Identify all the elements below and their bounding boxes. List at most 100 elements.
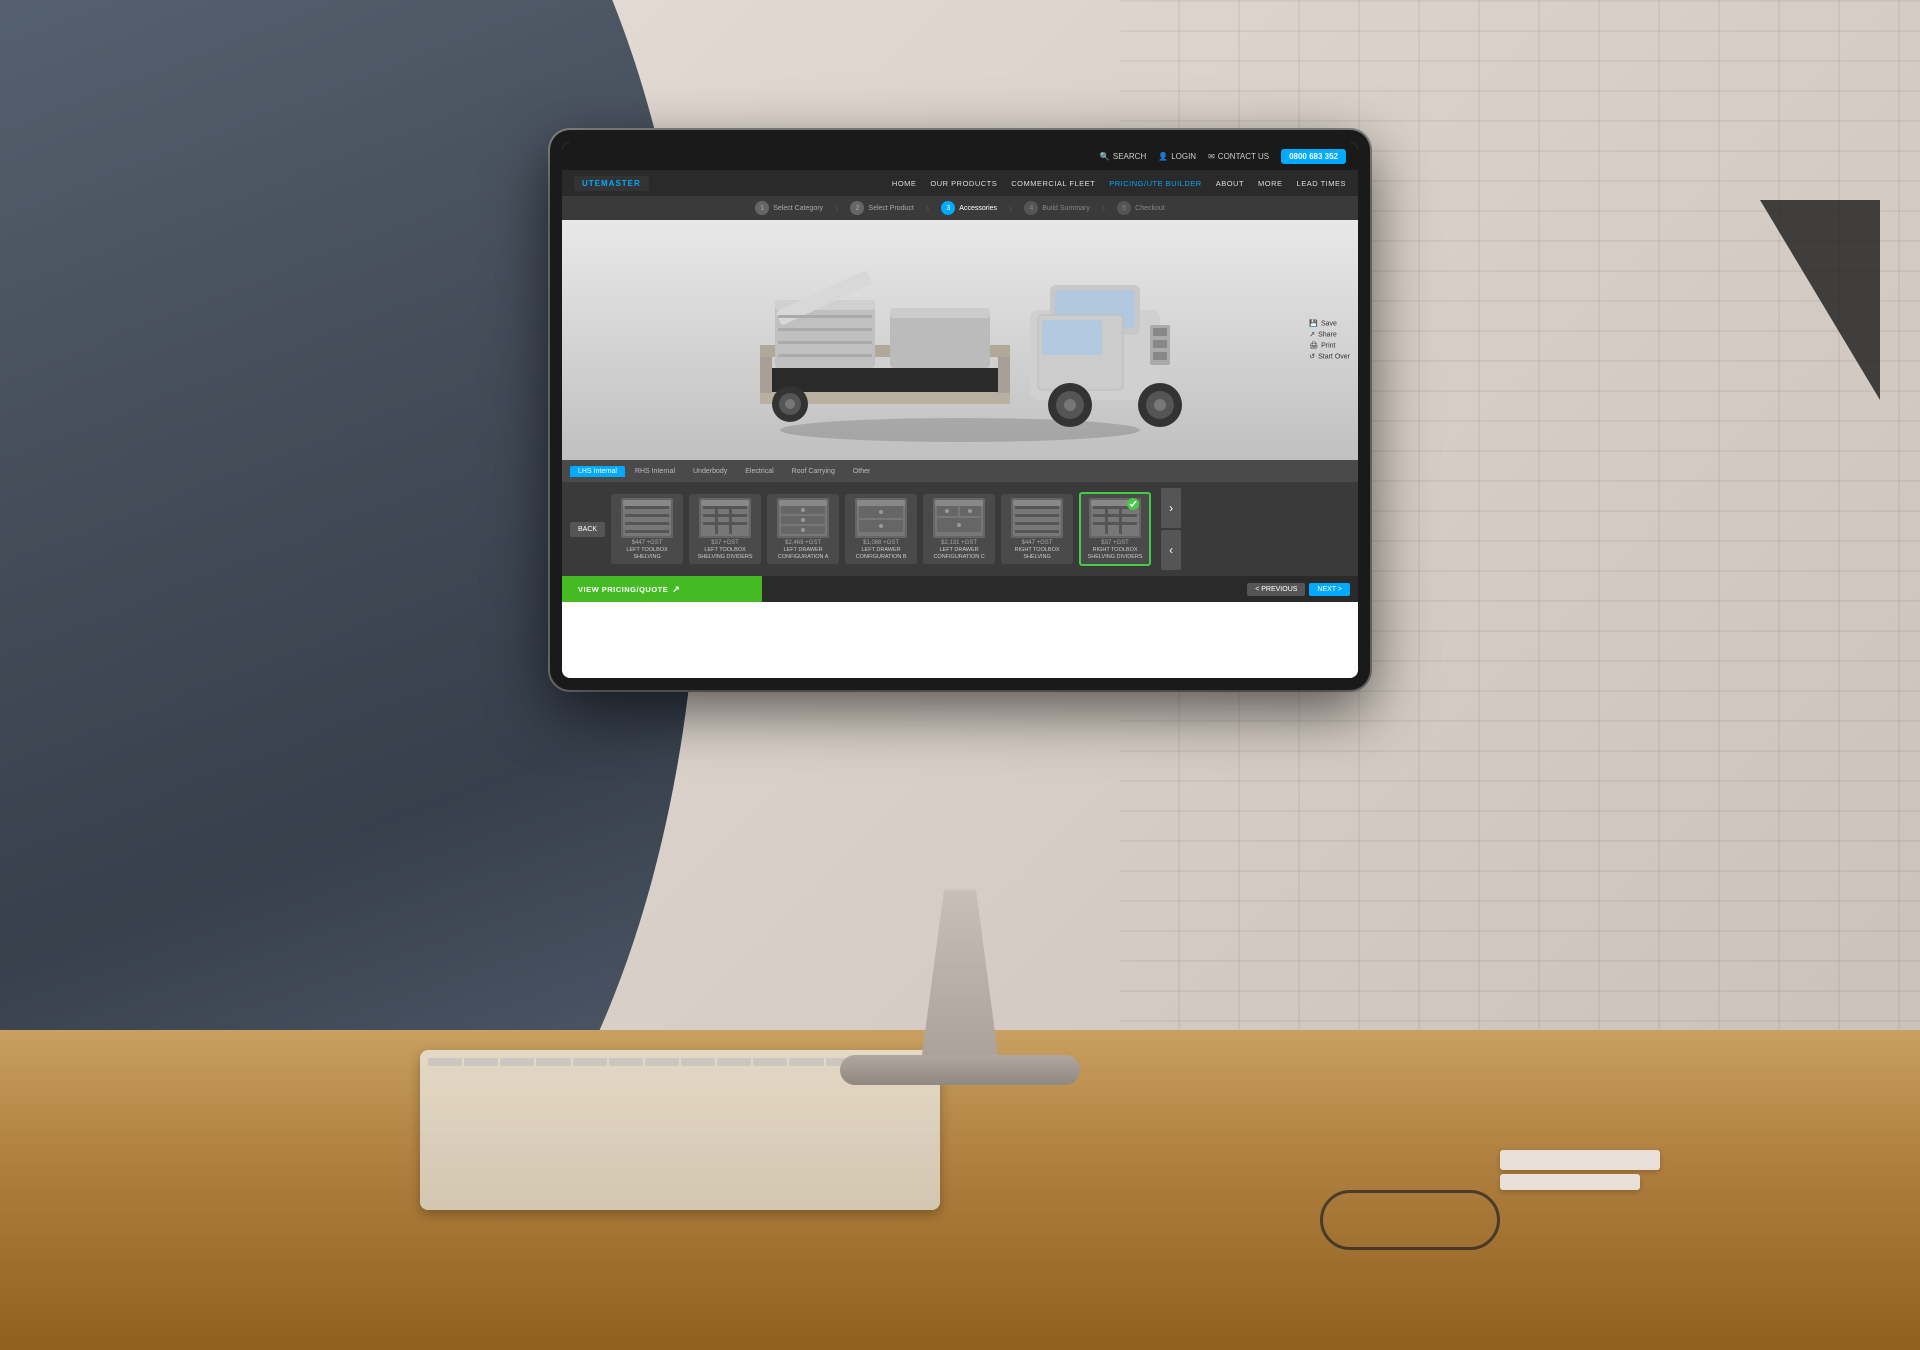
nav-about[interactable]: ABOUT xyxy=(1216,179,1244,188)
3d-viewer: 💾 Save ↗ Share 🖨 Print ↺ Start Over xyxy=(562,220,1358,460)
step-4-number: 4 xyxy=(1024,201,1038,215)
step-3-label: Accessories xyxy=(959,205,997,212)
tab-other[interactable]: Other xyxy=(845,466,879,477)
view-quote-label: VIEW PRICING/QUOTE xyxy=(578,585,668,594)
mail-icon: ✉ xyxy=(1208,152,1215,161)
user-icon: 👤 xyxy=(1158,152,1168,161)
save-icon: 💾 xyxy=(1309,320,1318,328)
truck-svg xyxy=(730,230,1190,450)
monitor-stand xyxy=(920,890,1000,1070)
nav-items-container: HOME OUR PRODUCTS COMMERCIAL FLEET PRICI… xyxy=(892,179,1346,188)
product-right-toolbox-shelving[interactable]: $447 +GST RIGHT TOOLBOX SHELVING xyxy=(1001,494,1073,564)
step-1-label: Select Category xyxy=(773,205,823,212)
screen: 🔍 SEARCH 👤 LOGIN ✉ CONTACT US 0800 683 3… xyxy=(562,142,1358,678)
contact-nav-item[interactable]: ✉ CONTACT US xyxy=(1208,152,1269,161)
save-label: Save xyxy=(1321,320,1337,327)
step-1-number: 1 xyxy=(755,201,769,215)
nav-commercial[interactable]: COMMERCIAL FLEET xyxy=(1011,179,1095,188)
step-2-label: Select Product xyxy=(868,205,914,212)
share-label: Share xyxy=(1318,331,1337,338)
save-control[interactable]: 💾 Save xyxy=(1309,320,1350,328)
nav-home[interactable]: HOME xyxy=(892,179,917,188)
previous-button[interactable]: < PREVIOUS xyxy=(1247,583,1305,596)
logo-master: MASTER xyxy=(601,179,641,188)
login-nav-item[interactable]: 👤 LOGIN xyxy=(1158,152,1196,161)
step-3-number: 3 xyxy=(941,201,955,215)
step-5-label: Checkout xyxy=(1135,205,1165,212)
step-4-label: Build Summary xyxy=(1042,205,1089,212)
product-thumb-7 xyxy=(1089,498,1141,538)
nav-builder[interactable]: PRICING/UTE BUILDER xyxy=(1109,179,1201,188)
restart-icon: ↺ xyxy=(1309,353,1315,361)
view-quote-button[interactable]: VIEW PRICING/QUOTE ↗ xyxy=(562,576,762,602)
product-left-toolbox-dividers[interactable]: $37 +GST LEFT TOOLBOX SHELVING DIVIDERS xyxy=(689,494,761,564)
step-5-number: 5 xyxy=(1117,201,1131,215)
product-thumb-6 xyxy=(1011,498,1063,538)
tab-electrical[interactable]: Electrical xyxy=(737,466,781,477)
product-left-drawer-a[interactable]: $2,469 +GST LEFT DRAWER CONFIGURATION A xyxy=(767,494,839,564)
product-left-drawer-b[interactable]: $1,088 +GST LEFT DRAWER CONFIGURATION B xyxy=(845,494,917,564)
product-right-toolbox-dividers[interactable]: $37 +GST RIGHT TOOLBOX SHELVING DIVIDERS xyxy=(1079,492,1151,566)
product-thumb-1 xyxy=(621,498,673,538)
monitor-base xyxy=(840,1055,1080,1085)
product-left-drawer-c[interactable]: $2,131 +GST LEFT DRAWER CONFIGURATION C xyxy=(923,494,995,564)
start-over-label: Start Over xyxy=(1318,353,1350,360)
viewer-side-controls: 💾 Save ↗ Share 🖨 Print ↺ Start Over xyxy=(1309,320,1350,361)
product-name-2: LEFT TOOLBOX SHELVING DIVIDERS xyxy=(693,547,757,560)
step-arrow-3: › xyxy=(1009,203,1012,214)
bottom-action-bar: VIEW PRICING/QUOTE ↗ < PREVIOUS NEXT > xyxy=(562,576,1358,602)
product-name-4: LEFT DRAWER CONFIGURATION B xyxy=(849,547,913,560)
arrow-icon: ↗ xyxy=(672,584,680,595)
product-price-6: $447 +GST xyxy=(1022,540,1053,546)
step-3[interactable]: 3 Accessories xyxy=(931,201,1007,215)
scroll-down-arrow[interactable]: ‹ xyxy=(1161,530,1181,570)
scroll-arrows: › ‹ xyxy=(1161,488,1181,570)
print-control[interactable]: 🖨 Print xyxy=(1309,342,1350,350)
phone-button[interactable]: 0800 683 352 xyxy=(1281,149,1346,164)
back-button[interactable]: BACK xyxy=(570,522,605,537)
share-icon: ↗ xyxy=(1309,331,1315,339)
product-name-7: RIGHT TOOLBOX SHELVING DIVIDERS xyxy=(1085,547,1145,560)
start-over-control[interactable]: ↺ Start Over xyxy=(1309,353,1350,361)
step-arrow-4: › xyxy=(1102,203,1105,214)
print-icon: 🖨 xyxy=(1309,342,1318,350)
product-thumb-3 xyxy=(777,498,829,538)
contact-label: CONTACT US xyxy=(1218,152,1269,161)
step-arrow-2: › xyxy=(926,203,929,214)
search-nav-item[interactable]: 🔍 SEARCH xyxy=(1100,152,1146,161)
step-2[interactable]: 2 Select Product xyxy=(840,201,924,215)
search-icon: 🔍 xyxy=(1100,152,1110,161)
nav-products[interactable]: OUR PRODUCTS xyxy=(930,179,997,188)
tab-roof-carrying[interactable]: Roof Carrying xyxy=(784,466,843,477)
tab-underbody[interactable]: Underbody xyxy=(685,466,735,477)
steps-progress-bar: 1 Select Category › 2 Select Product › 3… xyxy=(562,196,1358,220)
step-4[interactable]: 4 Build Summary xyxy=(1014,201,1099,215)
tab-rhs-internal[interactable]: RHS Internal xyxy=(627,466,683,477)
product-price-3: $2,469 +GST xyxy=(785,540,821,546)
search-label: SEARCH xyxy=(1113,152,1146,161)
step-1[interactable]: 1 Select Category xyxy=(745,201,833,215)
product-price-4: $1,088 +GST xyxy=(863,540,899,546)
main-navigation: UTEMASTER HOME OUR PRODUCTS COMMERCIAL F… xyxy=(562,170,1358,196)
truck-scene xyxy=(562,220,1358,460)
brand-logo: UTEMASTER xyxy=(574,176,649,191)
logo-ute: UTE xyxy=(582,179,601,188)
top-navigation-bar: 🔍 SEARCH 👤 LOGIN ✉ CONTACT US 0800 683 3… xyxy=(562,142,1358,170)
top-bar-right: 🔍 SEARCH 👤 LOGIN ✉ CONTACT US 0800 683 3… xyxy=(1100,149,1346,164)
scroll-up-arrow[interactable]: › xyxy=(1161,488,1181,528)
product-price-2: $37 +GST xyxy=(711,540,739,546)
step-5[interactable]: 5 Checkout xyxy=(1107,201,1175,215)
product-left-toolbox-shelving[interactable]: $447 +GST LEFT TOOLBOX SHELVING xyxy=(611,494,683,564)
decoration-triangle xyxy=(1760,200,1880,400)
share-control[interactable]: ↗ Share xyxy=(1309,331,1350,339)
product-name-1: LEFT TOOLBOX SHELVING xyxy=(615,547,679,560)
products-row: BACK $447 +GST LEFT TOO xyxy=(562,482,1358,576)
navigation-buttons: < PREVIOUS NEXT > xyxy=(1239,583,1358,596)
nav-more[interactable]: MORE xyxy=(1258,179,1283,188)
tab-lhs-internal[interactable]: LHS Internal xyxy=(570,466,625,477)
next-button[interactable]: NEXT > xyxy=(1309,583,1350,596)
login-label: LOGIN xyxy=(1171,152,1196,161)
product-name-5: LEFT DRAWER CONFIGURATION C xyxy=(927,547,991,560)
product-name-6: RIGHT TOOLBOX SHELVING xyxy=(1005,547,1069,560)
nav-lead-times[interactable]: LEAD TIMES xyxy=(1297,179,1346,188)
